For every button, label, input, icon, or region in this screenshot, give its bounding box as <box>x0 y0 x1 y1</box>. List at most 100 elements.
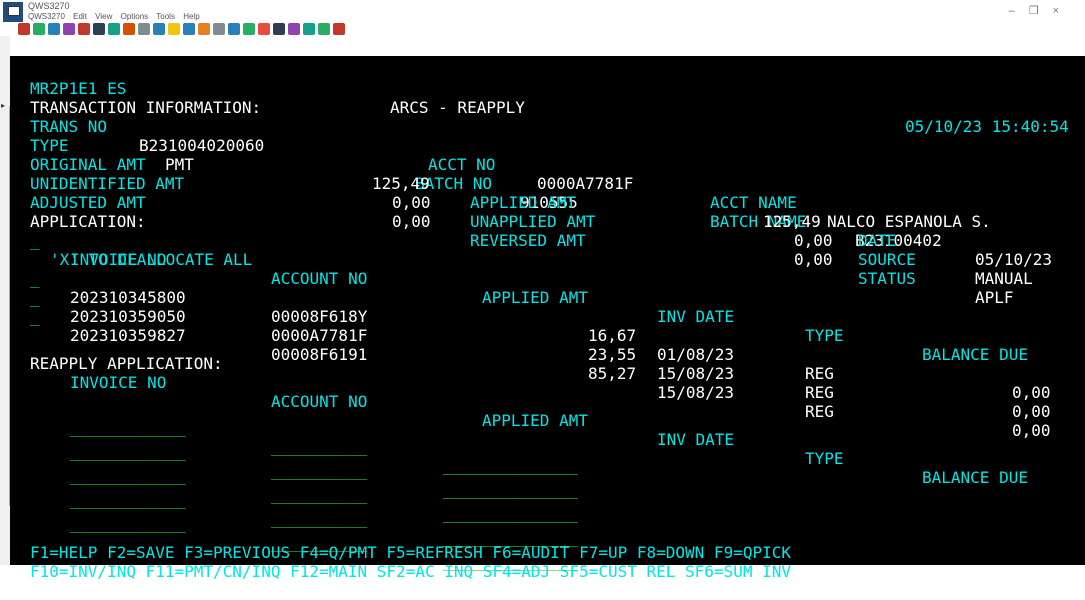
window-controls: –❐× <box>1009 4 1073 17</box>
cell-balance: 0,00 <box>1012 383 1051 402</box>
cell-amount: 16,67 <box>588 326 637 345</box>
acct-name-label: ACCT NAME <box>710 193 797 212</box>
toolbar-button-icon[interactable] <box>198 23 210 35</box>
toolbar-button-icon[interactable] <box>183 23 195 35</box>
reapply-col-type: TYPE <box>805 449 844 468</box>
toolbar-button-icon[interactable] <box>153 23 165 35</box>
menu-item-app[interactable]: QWS3270 <box>28 12 65 21</box>
reapply-invoice-input[interactable]: ____________ <box>70 442 186 461</box>
col-applied-amt: APPLIED AMT <box>482 288 588 307</box>
reapply-col-balance-due: BALANCE DUE <box>922 468 1028 487</box>
toolbar-button-icon[interactable] <box>303 23 315 35</box>
reapply-amount-input[interactable]: ______________ <box>443 504 578 523</box>
menu-item-view[interactable]: View <box>95 12 112 21</box>
toolbar-button-icon[interactable] <box>63 23 75 35</box>
reversed-amt-label: REVERSED AMT <box>470 231 586 250</box>
trans-no-value: B231004020060 <box>139 136 265 155</box>
reapply-col-invoice-no: INVOICE NO <box>70 373 167 392</box>
section-transaction-title: TRANSACTION INFORMATION: <box>30 98 262 117</box>
reversed-amt-value: 0,00 <box>794 250 833 269</box>
cell-type: REG <box>805 383 834 402</box>
cell-account: 00008F618Y <box>271 307 368 326</box>
cell-invoice: 202310359050 <box>70 307 186 326</box>
menu-item-options[interactable]: Options <box>121 12 149 21</box>
cell-inv-date: 01/08/23 <box>657 345 735 364</box>
toolbar-button-icon[interactable] <box>93 23 105 35</box>
reapply-invoice-input[interactable]: ____________ <box>70 418 186 437</box>
toolbar-button-icon[interactable] <box>48 23 60 35</box>
reapply-invoice-input[interactable]: ____________ <box>70 466 186 485</box>
col-inv-date: INV DATE <box>657 307 735 326</box>
cell-invoice: 202310345800 <box>70 288 186 307</box>
minimize-button[interactable]: – <box>1009 5 1029 17</box>
toolbar-button-icon[interactable] <box>18 23 30 35</box>
reapply-invoice-input[interactable]: ____________ <box>70 514 186 533</box>
reapply-col-account-no: ACCOUNT NO <box>271 392 368 411</box>
toolbar-button-icon[interactable] <box>123 23 135 35</box>
reapply-invoice-input[interactable]: ____________ <box>70 490 186 509</box>
app-icon <box>3 2 23 22</box>
toolbar-button-icon[interactable] <box>228 23 240 35</box>
col-account-no: ACCOUNT NO <box>271 269 368 288</box>
cell-account: 0000A7781F <box>271 326 368 345</box>
adjusted-amt-value: 0,00 <box>392 212 431 231</box>
toolbar <box>18 22 345 36</box>
reapply-amount-input[interactable]: ______________ <box>443 480 578 499</box>
toolbar-button-icon[interactable] <box>288 23 300 35</box>
unapplied-amt-value: 0,00 <box>794 231 833 250</box>
menu-item-help[interactable]: Help <box>183 12 199 21</box>
cell-balance: 0,00 <box>1012 421 1051 440</box>
toolbar-button-icon[interactable] <box>333 23 345 35</box>
toolbar-button-icon[interactable] <box>258 23 270 35</box>
resize-handle[interactable] <box>0 106 10 506</box>
function-keys-line-1: F1=HELP F2=SAVE F3=PREVIOUS F4=Q/PMT F5=… <box>30 543 791 562</box>
toolbar-button-icon[interactable] <box>138 23 150 35</box>
status-value: APLF <box>975 288 1014 307</box>
toolbar-button-icon[interactable] <box>78 23 90 35</box>
row-select-input[interactable]: _ <box>30 307 40 326</box>
menu-item-tools[interactable]: Tools <box>156 12 175 21</box>
window-title: QWS3270 <box>28 1 70 11</box>
toolbar-button-icon[interactable] <box>108 23 120 35</box>
date-value: 05/10/23 <box>975 250 1053 269</box>
date-label: DATE <box>858 231 897 250</box>
acct-no-label: ACCT NO <box>428 155 496 174</box>
maximize-button[interactable]: ❐ <box>1029 5 1053 17</box>
original-amt-value: 125,49 <box>372 174 430 193</box>
toolbar-button-icon[interactable] <box>273 23 285 35</box>
cell-amount: 85,27 <box>588 364 637 383</box>
unapplied-amt-label: UNAPPLIED AMT <box>470 212 596 231</box>
cell-inv-date: 15/08/23 <box>657 383 735 402</box>
reapply-account-input[interactable]: __________ <box>271 485 367 504</box>
reapply-amount-input[interactable]: ______________ <box>443 456 578 475</box>
col-balance-due: BALANCE DUE <box>922 345 1028 364</box>
reapply-account-input[interactable]: __________ <box>271 437 367 456</box>
acct-name-value: NALCO ESPANOLA S. <box>827 212 991 231</box>
reapply-account-input[interactable]: __________ <box>271 461 367 480</box>
section-reapply-title: REAPPLY APPLICATION: <box>30 354 223 373</box>
reapply-col-applied-amt: APPLIED AMT <box>482 411 588 430</box>
toolbar-button-icon[interactable] <box>33 23 45 35</box>
menu-item-edit[interactable]: Edit <box>73 12 87 21</box>
cell-amount: 23,55 <box>588 345 637 364</box>
toolbar-button-icon[interactable] <box>168 23 180 35</box>
applied-amt-label: APPLIED AMT <box>470 193 576 212</box>
unidentified-amt-label: UNIDENTIFIED AMT <box>30 174 185 193</box>
close-button[interactable]: × <box>1053 5 1073 17</box>
toolbar-button-icon[interactable] <box>243 23 255 35</box>
reapply-col-inv-date: INV DATE <box>657 430 735 449</box>
cell-invoice: 202310359827 <box>70 326 186 345</box>
reapply-account-input[interactable]: __________ <box>271 509 367 528</box>
source-value: MANUAL <box>975 269 1033 288</box>
toolbar-button-icon[interactable] <box>213 23 225 35</box>
toolbar-button-icon[interactable] <box>318 23 330 35</box>
menu-bar: QWS3270 Edit View Options Tools Help <box>28 12 206 21</box>
cell-account: 00008F6191 <box>271 345 368 364</box>
col-type: TYPE <box>805 326 844 345</box>
terminal-screen: MR2P1E1 ES ARCS - REAPPLY 05/10/23 15:40… <box>10 56 1085 581</box>
acct-no-value: 0000A7781F <box>537 174 634 193</box>
applied-amt-value: 125,49 <box>763 212 821 231</box>
cell-balance: 0,00 <box>1012 402 1051 421</box>
status-label: STATUS <box>858 269 916 288</box>
screen-title: ARCS - REAPPLY <box>390 98 525 117</box>
